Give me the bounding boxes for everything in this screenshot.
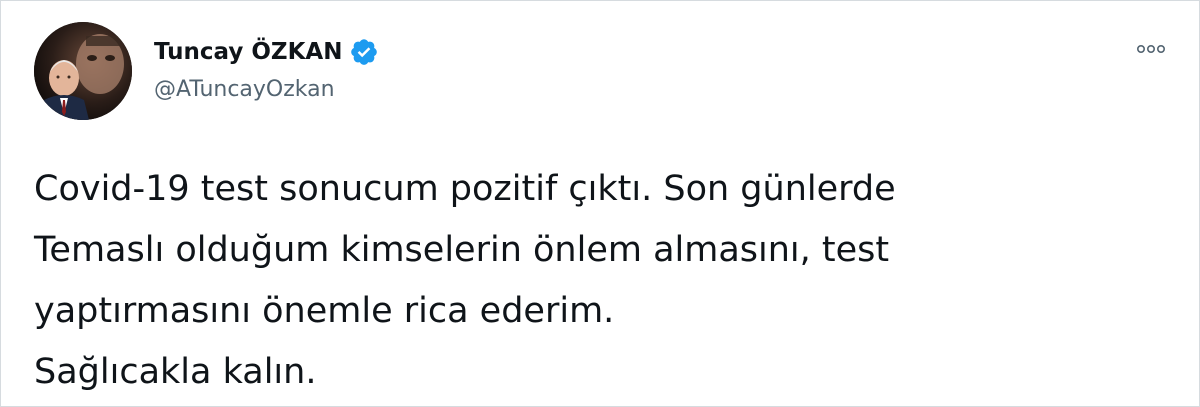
more-options-icon[interactable] [1129, 37, 1173, 61]
author-name-row: Tuncay ÖZKAN [154, 35, 379, 69]
verified-badge-icon [349, 37, 379, 67]
author-handle[interactable]: @ATuncayOzkan [154, 77, 335, 102]
tweet-text-line: yaptırmasını önemle rica ederim. [34, 291, 615, 331]
profile-photo [34, 22, 132, 120]
tweet-card: Tuncay ÖZKAN @ATuncayOzkan Covid-19 test… [0, 0, 1200, 407]
tweet-text-line: Temaslı olduğum kimselerin önlem almasın… [34, 230, 890, 270]
tweet-text: Covid-19 test sonucum pozitif çıktı. Son… [34, 159, 1174, 403]
avatar[interactable] [34, 22, 132, 120]
author-display-name[interactable]: Tuncay ÖZKAN [154, 39, 342, 65]
tweet-text-line: Sağlıcakla kalın. [34, 352, 317, 392]
tweet-text-line: Covid-19 test sonucum pozitif çıktı. Son… [34, 169, 896, 209]
